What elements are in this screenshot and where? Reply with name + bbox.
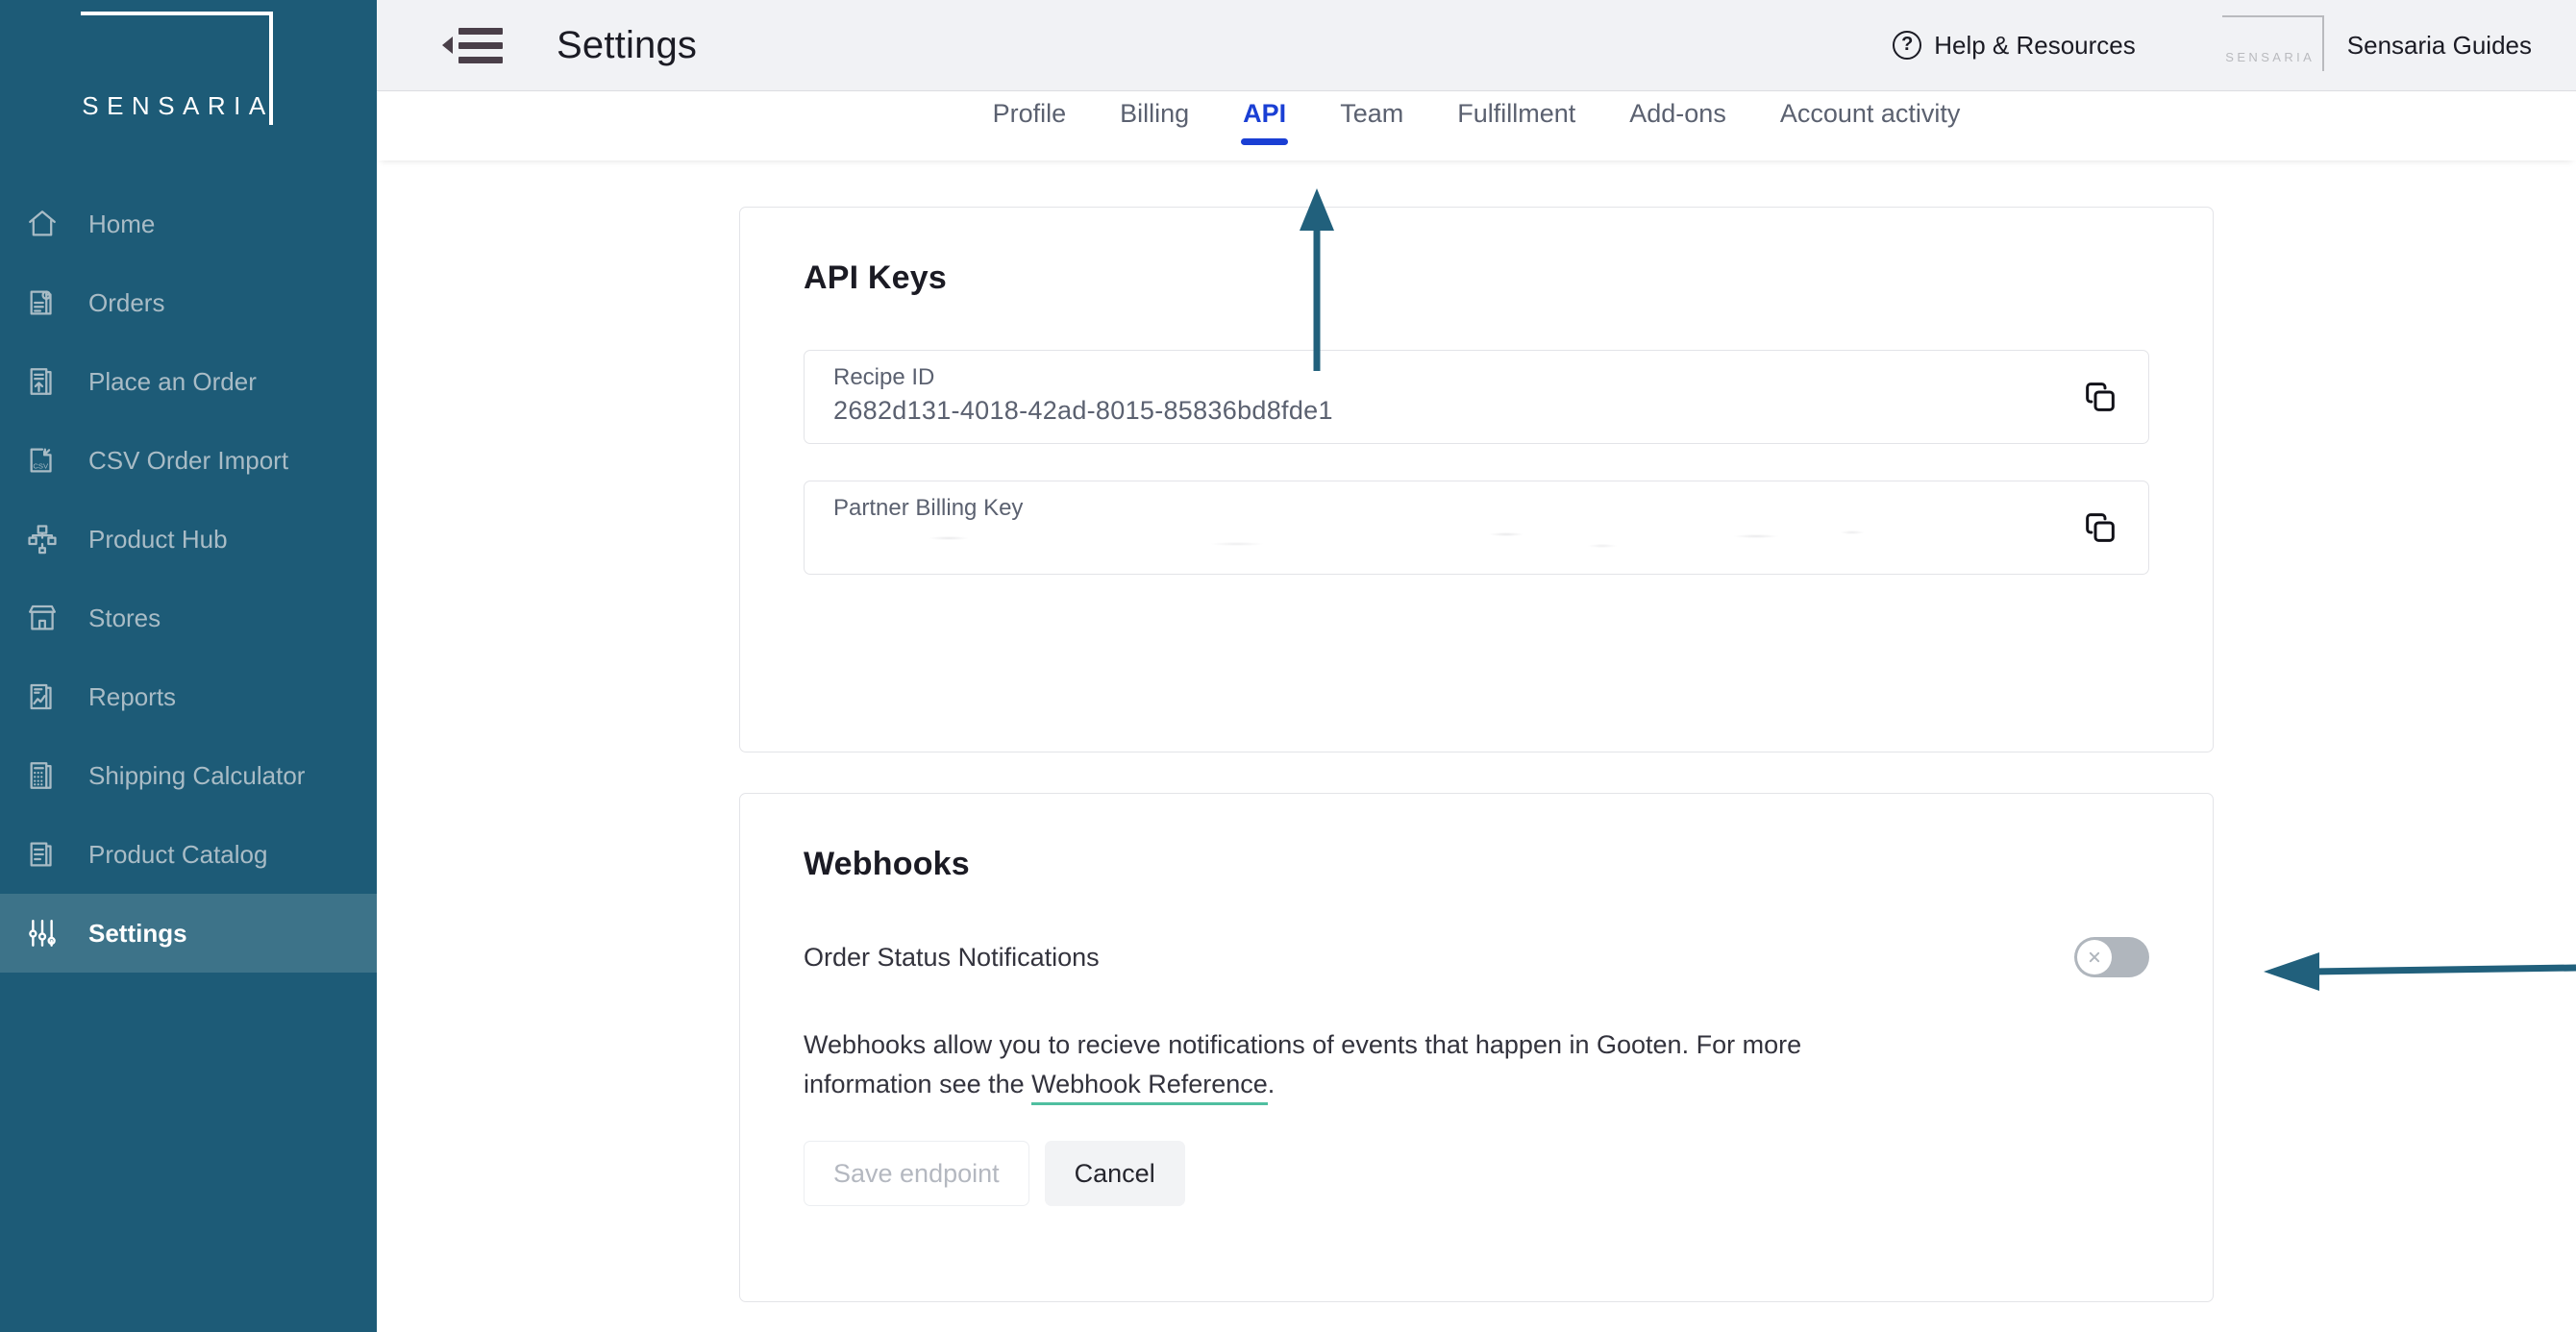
copy-icon[interactable]: [2077, 505, 2123, 551]
reports-icon: [26, 678, 70, 716]
webhooks-description-text-after: .: [1267, 1070, 1276, 1099]
order-status-notifications-row: Order Status Notifications: [804, 937, 2149, 977]
tab-billing[interactable]: Billing: [1093, 91, 1216, 129]
webhook-reference-link[interactable]: Webhook Reference: [1031, 1070, 1268, 1106]
tab-api[interactable]: API: [1216, 91, 1313, 145]
page-title: Settings: [557, 23, 698, 66]
order-status-notifications-toggle[interactable]: [2074, 937, 2149, 977]
sidebar-item-label: Product Hub: [88, 524, 228, 554]
order-status-notifications-label: Order Status Notifications: [804, 942, 1100, 972]
sidebar-item-label: Stores: [88, 603, 161, 632]
sidebar: SENSARIA Home Orders Place an Order CSV …: [0, 0, 377, 1332]
sidebar-item-orders[interactable]: Orders: [0, 263, 377, 342]
recipe-id-label: Recipe ID: [833, 364, 935, 390]
sidebar-item-label: Settings: [88, 918, 187, 948]
sidebar-item-label: Shipping Calculator: [88, 760, 306, 790]
api-keys-card: API Keys Recipe ID 2682d131-4018-42ad-80…: [739, 207, 2214, 752]
sidebar-item-label: Orders: [88, 287, 165, 317]
tab-profile[interactable]: Profile: [966, 91, 1094, 129]
webhooks-description-text-before: Webhooks allow you to recieve notificati…: [804, 1030, 1802, 1099]
help-resources-link[interactable]: ? Help & Resources: [1893, 31, 2136, 61]
partner-billing-key-label: Partner Billing Key: [833, 495, 1024, 521]
top-header: Settings ? Help & Resources SENSARIA Sen…: [377, 0, 2576, 91]
mini-logo-text: SENSARIA: [2225, 50, 2316, 64]
save-endpoint-button[interactable]: Save endpoint: [804, 1141, 1029, 1207]
main-area: Settings ? Help & Resources SENSARIA Sen…: [377, 0, 2576, 1332]
webhooks-button-row: Save endpoint Cancel: [804, 1141, 2149, 1207]
logo-text: SENSARIA: [82, 91, 274, 120]
tab-account-activity[interactable]: Account activity: [1753, 91, 1988, 129]
recipe-id-value: 2682d131-4018-42ad-8015-85836bd8fde1: [833, 396, 1333, 425]
sidebar-item-reports[interactable]: Reports: [0, 657, 377, 736]
help-resources-label: Help & Resources: [1934, 30, 2136, 60]
sidebar-item-label: Reports: [88, 681, 177, 711]
partner-billing-key-value: [833, 527, 2052, 555]
webhooks-title: Webhooks: [804, 846, 970, 882]
recipe-id-field: Recipe ID 2682d131-4018-42ad-8015-85836b…: [804, 350, 2149, 444]
sidebar-item-shipping-calculator[interactable]: Shipping Calculator: [0, 736, 377, 815]
toggle-knob: [2077, 940, 2112, 974]
orders-icon: [26, 284, 70, 322]
sensaria-guides-label: Sensaria Guides: [2346, 30, 2532, 60]
sensaria-mini-logo: SENSARIA: [2221, 15, 2326, 75]
tab-team[interactable]: Team: [1313, 91, 1430, 129]
webhooks-card: Webhooks Order Status Notifications Webh…: [739, 793, 2214, 1302]
svg-text:CSV: CSV: [33, 462, 49, 471]
sensaria-guides-link[interactable]: SENSARIA Sensaria Guides: [2221, 15, 2532, 75]
app-root: SENSARIA Home Orders Place an Order CSV …: [0, 0, 2576, 1332]
csv-import-icon: CSV: [26, 441, 70, 480]
sidebar-item-label: CSV Order Import: [88, 445, 289, 475]
tab-fulfillment[interactable]: Fulfillment: [1430, 91, 1602, 129]
sidebar-item-label: Product Catalog: [88, 839, 268, 869]
settings-content: API Keys Recipe ID 2682d131-4018-42ad-80…: [377, 160, 2576, 1332]
brand-logo[interactable]: SENSARIA: [0, 0, 377, 144]
cancel-button[interactable]: Cancel: [1044, 1141, 1185, 1207]
webhooks-description: Webhooks allow you to recieve notificati…: [804, 1025, 1919, 1106]
collapse-arrow-icon: [442, 37, 453, 54]
product-catalog-icon: [26, 835, 70, 874]
api-keys-title: API Keys: [804, 259, 948, 296]
sidebar-item-home[interactable]: Home: [0, 185, 377, 263]
settings-sliders-icon: [26, 914, 70, 952]
settings-tabbar: Profile Billing API Team Fulfillment Add…: [377, 91, 2576, 160]
sidebar-item-label: Place an Order: [88, 366, 257, 396]
sidebar-item-settings[interactable]: Settings: [0, 894, 377, 973]
sidebar-item-product-hub[interactable]: Product Hub: [0, 500, 377, 579]
sidebar-item-place-an-order[interactable]: Place an Order: [0, 342, 377, 421]
product-hub-icon: [26, 520, 70, 558]
sidebar-item-product-catalog[interactable]: Product Catalog: [0, 815, 377, 894]
menu-bars-icon: [458, 27, 503, 63]
home-icon: [26, 205, 70, 243]
stores-icon: [26, 599, 70, 637]
sidebar-item-stores[interactable]: Stores: [0, 579, 377, 657]
question-circle-icon: ?: [1893, 31, 1922, 60]
copy-icon[interactable]: [2077, 374, 2123, 420]
sidebar-item-csv-order-import[interactable]: CSV CSV Order Import: [0, 421, 377, 500]
sidebar-item-label: Home: [88, 209, 156, 238]
place-order-icon: [26, 362, 70, 401]
shipping-calculator-icon: [26, 756, 70, 795]
hamburger-collapse-icon[interactable]: [442, 27, 503, 63]
tab-add-ons[interactable]: Add-ons: [1602, 91, 1753, 129]
sidebar-nav: Home Orders Place an Order CSV CSV Order…: [0, 185, 377, 973]
partner-billing-key-field: Partner Billing Key: [804, 481, 2149, 575]
